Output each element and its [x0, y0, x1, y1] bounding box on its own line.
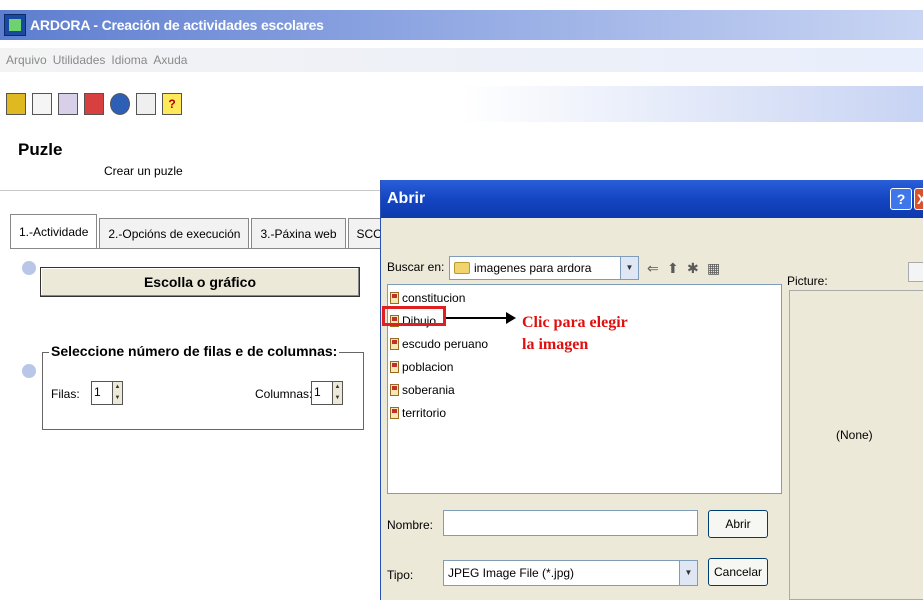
- tab-paxina-web[interactable]: 3.-Páxina web: [251, 218, 346, 248]
- columns-input[interactable]: 1: [311, 381, 333, 405]
- rows-stepper[interactable]: ▲ ▼: [113, 381, 123, 405]
- app-title: ARDORA - Creación de actividades escolar…: [30, 17, 324, 33]
- lookin-label: Buscar en:: [387, 260, 445, 274]
- filename-label: Nombre:: [387, 518, 434, 532]
- tab-strip: 1.-Actividade 2.-Opcións de execución 3.…: [10, 214, 412, 248]
- list-item[interactable]: constitucion: [390, 289, 465, 306]
- filetype-select[interactable]: JPEG Image File (*.jpg) ▼: [443, 560, 698, 586]
- preview-pane: [789, 290, 923, 600]
- tab-actividade[interactable]: 1.-Actividade: [10, 214, 98, 248]
- image-file-icon: [390, 383, 399, 396]
- dialog-titlebar: Abrir: [381, 180, 923, 218]
- menu-utilidades[interactable]: Utilidades: [53, 53, 106, 67]
- image-file-icon: [390, 291, 399, 304]
- toolbar: ?: [0, 86, 923, 122]
- app-logo-icon: [4, 14, 26, 36]
- image-file-icon: [390, 406, 399, 419]
- menubar: Arquivo Utilidades Idioma Axuda: [0, 48, 923, 72]
- folder-icon: [454, 262, 470, 274]
- annotation-text: Clic para elegir la imagen: [522, 312, 628, 356]
- preview-toggle-button[interactable]: [908, 262, 923, 282]
- file-name: territorio: [402, 405, 447, 420]
- choose-graphic-button[interactable]: Escolla o gráfico: [40, 267, 360, 297]
- exit-icon[interactable]: [6, 93, 26, 115]
- new-folder-icon[interactable]: ✱: [687, 260, 699, 277]
- back-icon[interactable]: ⇐: [647, 260, 659, 277]
- rows-label: Filas:: [51, 387, 80, 401]
- section-divider: [0, 190, 380, 191]
- style-icon[interactable]: [136, 93, 156, 115]
- open-dialog: Abrir ? X Buscar en: imagenes para ardor…: [380, 180, 923, 600]
- help-icon[interactable]: ?: [162, 93, 182, 115]
- rows-columns-group: Seleccione número de filas e de columnas…: [42, 343, 364, 430]
- list-item[interactable]: escudo peruano: [390, 335, 488, 352]
- image-file-icon: [390, 337, 399, 350]
- rows-input[interactable]: 1: [91, 381, 113, 405]
- open-button[interactable]: Abrir: [708, 510, 768, 538]
- up-folder-icon[interactable]: ⬆: [667, 260, 679, 277]
- app-titlebar: ARDORA - Creación de actividades escolar…: [0, 10, 923, 40]
- save-icon[interactable]: [84, 93, 104, 115]
- new-document-icon[interactable]: [32, 93, 52, 115]
- columns-stepper[interactable]: ▲ ▼: [333, 381, 343, 405]
- annotation-line-2: la imagen: [522, 336, 589, 353]
- section-subtitle: Crear un puzle: [104, 164, 183, 178]
- file-name: constitucion: [402, 290, 466, 305]
- menu-idioma[interactable]: Idioma: [111, 53, 147, 67]
- preview-label: Picture:: [787, 274, 828, 288]
- open-icon[interactable]: [58, 93, 78, 115]
- lookin-select[interactable]: imagenes para ardora ▼: [449, 256, 639, 280]
- annotation-arrow-head: [506, 312, 516, 324]
- chevron-down-icon[interactable]: ▼: [679, 561, 697, 585]
- selected-file-highlight: [382, 306, 446, 326]
- columns-label: Columnas:: [255, 387, 313, 401]
- file-name: soberania: [402, 382, 455, 397]
- filename-input[interactable]: [443, 510, 698, 536]
- list-item[interactable]: poblacion: [390, 358, 453, 375]
- cancel-button[interactable]: Cancelar: [708, 558, 768, 586]
- filetype-label: Tipo:: [387, 568, 414, 582]
- list-item[interactable]: soberania: [390, 381, 455, 398]
- globe-icon[interactable]: [110, 93, 130, 115]
- list-item[interactable]: territorio: [390, 404, 446, 421]
- tab-panel-border: [10, 248, 380, 249]
- image-file-icon: [390, 360, 399, 373]
- annotation-line-1: Clic para elegir: [522, 314, 628, 331]
- rows-columns-legend: Seleccione número de filas e de columnas…: [49, 343, 340, 359]
- annotation-arrow-line: [446, 317, 508, 319]
- lookin-value: imagenes para ardora: [474, 261, 592, 275]
- tab-opcions[interactable]: 2.-Opcións de execución: [99, 218, 250, 248]
- preview-none-text: (None): [836, 428, 873, 442]
- file-name: poblacion: [402, 359, 454, 374]
- section-title: Puzle: [18, 140, 63, 159]
- menu-axuda[interactable]: Axuda: [153, 53, 187, 67]
- step-2-icon: [22, 364, 36, 378]
- dialog-title: Abrir: [387, 190, 426, 207]
- dialog-close-button[interactable]: X: [914, 188, 923, 210]
- step-1-icon: [22, 261, 36, 275]
- file-name: escudo peruano: [402, 336, 489, 351]
- chevron-down-icon[interactable]: ▼: [620, 257, 638, 279]
- filetype-value: JPEG Image File (*.jpg): [448, 566, 575, 580]
- view-menu-icon[interactable]: ▦: [707, 260, 720, 277]
- dialog-help-button[interactable]: ?: [890, 188, 912, 210]
- menu-arquivo[interactable]: Arquivo: [6, 53, 47, 67]
